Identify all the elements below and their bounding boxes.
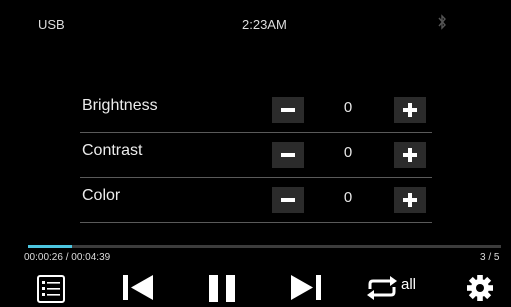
contrast-value: 0 <box>343 144 353 161</box>
gear-icon <box>465 268 495 304</box>
source-label: USB <box>38 17 65 32</box>
minus-icon <box>281 108 295 112</box>
progress-fill <box>28 245 72 248</box>
minus-icon <box>281 153 295 157</box>
settings-button[interactable] <box>465 268 495 307</box>
playlist-button[interactable] <box>36 268 66 307</box>
repeat-button[interactable]: all <box>364 268 434 307</box>
next-button[interactable] <box>288 268 324 307</box>
progress-bar[interactable] <box>28 245 501 248</box>
pause-button[interactable] <box>206 268 240 307</box>
brightness-label: Brightness <box>82 97 158 114</box>
setting-row-brightness: Brightness 0 <box>80 88 432 133</box>
repeat-mode-label: all <box>401 276 417 293</box>
next-icon <box>288 268 324 304</box>
previous-button[interactable] <box>120 268 156 307</box>
pause-icon <box>206 268 240 304</box>
repeat-icon <box>364 268 434 304</box>
playback-time: 00:00:26 / 00:04:39 <box>24 252 111 263</box>
brightness-value: 0 <box>343 99 353 116</box>
setting-row-contrast: Contrast 0 <box>80 133 432 178</box>
track-count: 3 / 5 <box>480 252 500 263</box>
contrast-decrease-button[interactable] <box>272 142 304 168</box>
contrast-label: Contrast <box>82 142 143 159</box>
brightness-decrease-button[interactable] <box>272 97 304 123</box>
picture-settings-panel: Brightness 0 Contrast 0 Color 0 <box>80 88 432 223</box>
status-bar: USB 2:23AM <box>0 0 511 34</box>
color-label: Color <box>82 187 121 204</box>
setting-row-color: Color 0 <box>80 178 432 223</box>
color-decrease-button[interactable] <box>272 187 304 213</box>
playback-controls: all <box>0 268 511 307</box>
bluetooth-icon <box>437 14 447 33</box>
contrast-increase-button[interactable] <box>394 142 426 168</box>
minus-icon <box>281 198 295 202</box>
color-value: 0 <box>343 189 353 206</box>
previous-icon <box>120 268 156 304</box>
brightness-increase-button[interactable] <box>394 97 426 123</box>
clock: 2:23AM <box>242 17 287 32</box>
color-increase-button[interactable] <box>394 187 426 213</box>
playlist-icon <box>36 268 66 304</box>
